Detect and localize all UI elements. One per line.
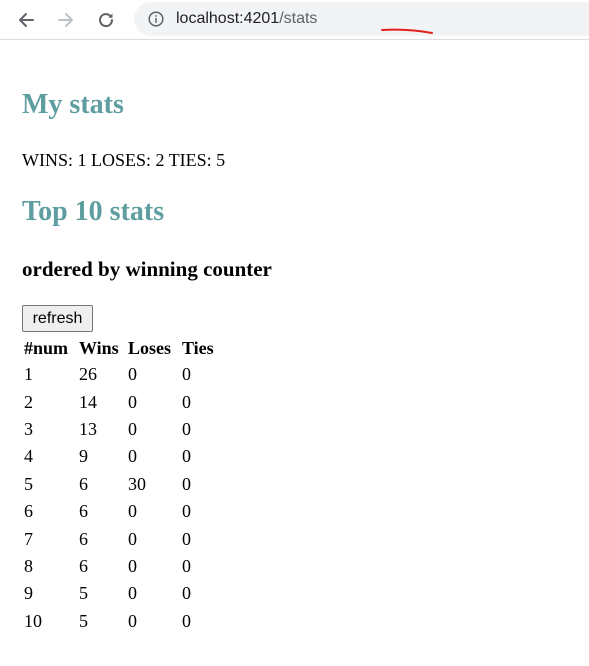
table-cell: 8 <box>24 555 33 576</box>
table-row: 4 9 0 0 <box>22 443 220 470</box>
table-cell: 0 <box>182 610 191 631</box>
table-row: 7 6 0 0 <box>22 525 220 552</box>
table-cell: 0 <box>182 418 191 439</box>
reload-button[interactable] <box>92 6 120 34</box>
forward-arrow-icon <box>58 13 73 27</box>
table-header-row: #num Wins Loses Ties <box>22 335 220 361</box>
back-arrow-icon <box>19 13 34 27</box>
my-stats-heading: My stats <box>22 89 124 120</box>
table-cell: 7 <box>24 528 33 549</box>
table-cell: 0 <box>182 555 191 576</box>
table-cell: 0 <box>182 364 191 385</box>
column-header: #num <box>24 337 69 358</box>
table-cell: 13 <box>79 418 97 439</box>
table-row: 9 5 0 0 <box>22 580 220 607</box>
port-underline-annotation <box>381 28 433 34</box>
column-header: Loses <box>128 337 172 358</box>
table-row: 10 5 0 0 <box>22 608 220 635</box>
table-cell: 6 <box>79 528 88 549</box>
table-cell: 30 <box>128 473 146 494</box>
table-row: 5 6 30 0 <box>22 471 220 498</box>
table-row: 2 14 0 0 <box>22 388 220 415</box>
table-cell: 0 <box>128 501 137 522</box>
refresh-button[interactable]: refresh <box>22 305 93 332</box>
browser-toolbar: localhost:4201/stats <box>0 0 589 40</box>
table-cell: 9 <box>24 583 33 604</box>
table-cell: 26 <box>79 364 97 385</box>
table-cell: 2 <box>24 391 33 412</box>
table-cell: 14 <box>79 391 97 412</box>
table-cell: 0 <box>182 473 191 494</box>
url-path: /stats <box>279 10 318 27</box>
top-stats-table: #num Wins Loses Ties 1 26 0 0 2 14 0 0 3… <box>22 335 220 635</box>
table-row: 3 13 0 0 <box>22 416 220 443</box>
table-cell: 0 <box>128 446 137 467</box>
table-cell: 10 <box>24 610 42 631</box>
url-text[interactable]: localhost:4201/stats <box>176 9 317 29</box>
forward-button[interactable] <box>52 6 80 34</box>
table-cell: 0 <box>182 391 191 412</box>
top-stats-heading: Top 10 stats <box>22 196 165 227</box>
table-cell: 0 <box>182 446 191 467</box>
table-cell: 0 <box>128 418 137 439</box>
table-cell: 0 <box>128 364 137 385</box>
reload-icon <box>99 13 114 28</box>
table-cell: 0 <box>128 555 137 576</box>
column-header: Ties <box>182 337 214 358</box>
table-row: 1 26 0 0 <box>22 361 220 388</box>
table-cell: 9 <box>79 446 88 467</box>
table-cell: 6 <box>79 501 88 522</box>
my-stats-summary: WINS: 1 LOSES: 2 TIES: 5 <box>22 150 226 170</box>
table-row: 8 6 0 0 <box>22 553 220 580</box>
table-cell: 3 <box>24 418 33 439</box>
table-cell: 0 <box>128 583 137 604</box>
table-cell: 0 <box>128 391 137 412</box>
table-cell: 0 <box>128 528 137 549</box>
column-header: Wins <box>79 337 119 358</box>
table-cell: 0 <box>182 501 191 522</box>
table-cell: 0 <box>182 583 191 604</box>
table-cell: 5 <box>79 610 88 631</box>
table-cell: 6 <box>79 473 88 494</box>
table-cell: 6 <box>24 501 33 522</box>
table-cell: 5 <box>24 473 33 494</box>
table-cell: 0 <box>182 528 191 549</box>
table-cell: 0 <box>128 610 137 631</box>
url-host: localhost:4201 <box>176 10 280 27</box>
info-icon[interactable] <box>148 11 164 27</box>
address-bar[interactable]: localhost:4201/stats <box>134 2 589 36</box>
table-cell: 1 <box>24 364 33 385</box>
top-stats-subtitle: ordered by winning counter <box>22 257 272 281</box>
table-cell: 4 <box>24 446 33 467</box>
table-cell: 6 <box>79 555 88 576</box>
table-row: 6 6 0 0 <box>22 498 220 525</box>
back-button[interactable] <box>12 6 40 34</box>
table-cell: 5 <box>79 583 88 604</box>
